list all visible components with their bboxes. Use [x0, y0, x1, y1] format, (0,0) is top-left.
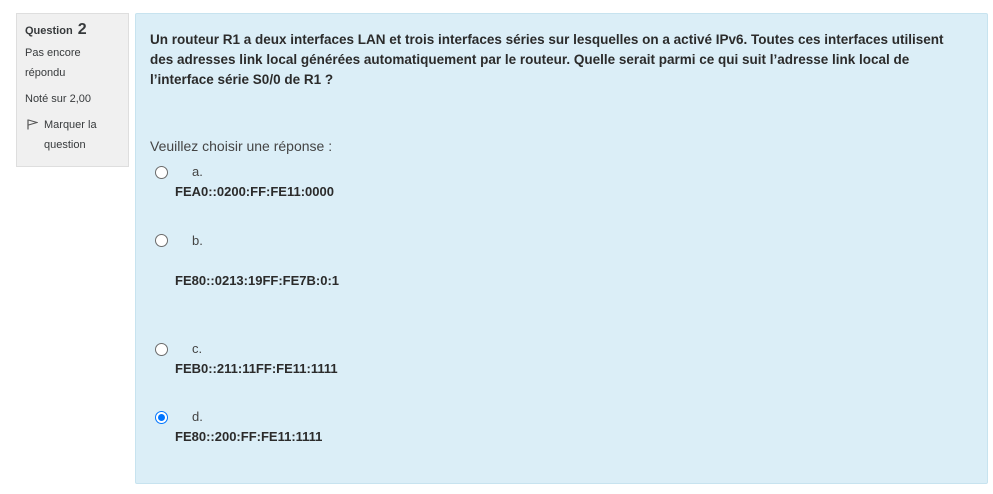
option-answer: FEA0::0200:FF:FE11:0000 [175, 184, 334, 199]
option-letter: c. [192, 341, 203, 356]
option-letter: a. [192, 164, 203, 179]
radio-b[interactable] [155, 234, 168, 247]
question-label: Question [25, 25, 73, 37]
option-letter: b. [192, 233, 203, 248]
question-text: Un routeur R1 a deux interfaces LAN et t… [150, 32, 944, 87]
option-answer: FEB0::211:11FF:FE11:1111 [175, 361, 338, 376]
question-content: Un routeur R1 a deux interfaces LAN et t… [135, 13, 988, 484]
radio-a[interactable] [155, 166, 168, 179]
question-info-panel: Question 2 Pas encore répondu Noté sur 2… [16, 13, 129, 167]
question-number: Question 2 [25, 20, 120, 41]
radio-c[interactable] [155, 343, 168, 356]
flag-label: Marquer la question [44, 119, 97, 151]
question-status: Pas encore répondu [25, 47, 81, 79]
flag-question-link[interactable]: Marquer la question [25, 115, 120, 155]
question-grade: Noté sur 2,00 [25, 93, 92, 105]
question-number-value: 2 [77, 21, 87, 38]
option-answer: FE80::0213:19FF:FE7B:0:1 [175, 273, 339, 288]
radio-d[interactable] [155, 411, 168, 424]
option-letter: d. [192, 409, 203, 424]
flag-icon [27, 119, 38, 130]
answer-prompt: Veuillez choisir une réponse : [150, 138, 333, 154]
option-answer: FE80::200:FF:FE11:1111 [175, 429, 323, 444]
